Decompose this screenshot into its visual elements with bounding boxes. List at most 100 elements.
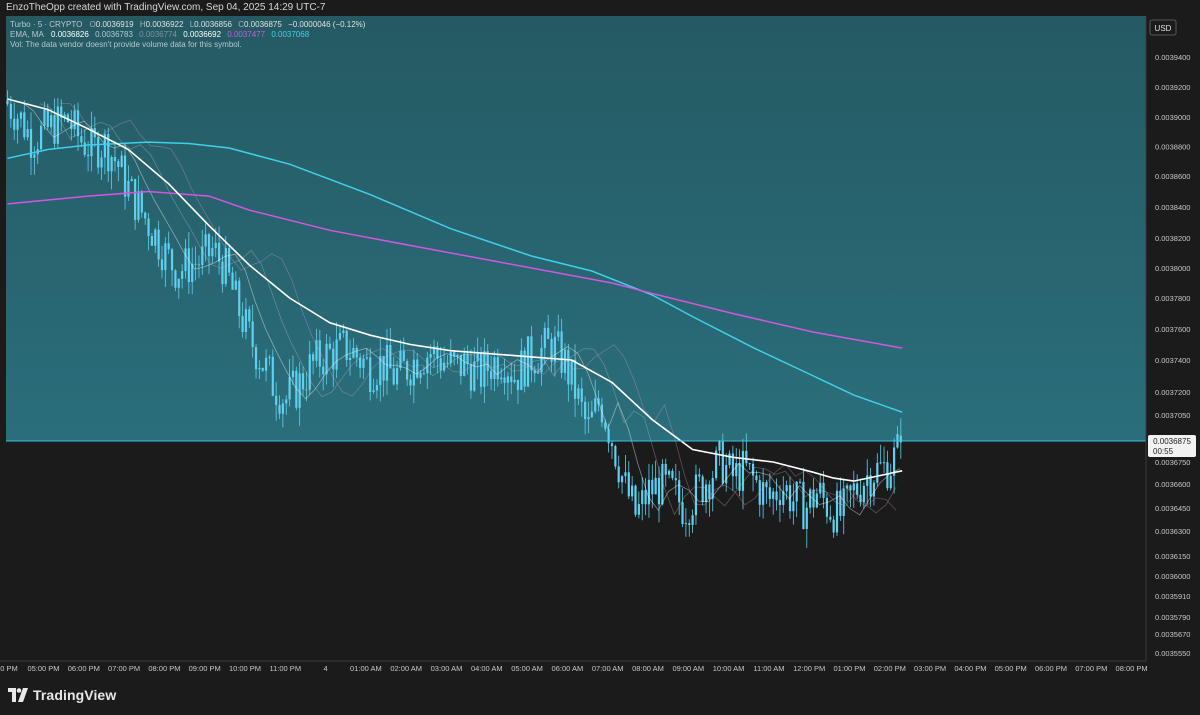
candle-body bbox=[56, 106, 59, 144]
candle-body bbox=[244, 309, 248, 332]
candle-body bbox=[748, 463, 751, 465]
x-tick-label: 01:00 AM bbox=[350, 664, 382, 673]
candle-body bbox=[419, 373, 422, 378]
candle-body bbox=[140, 191, 143, 213]
candle-body bbox=[120, 155, 123, 168]
candle bbox=[701, 474, 704, 506]
y-tick-label: 0.0037800 bbox=[1155, 294, 1190, 303]
candle-body bbox=[170, 249, 174, 271]
last-price-value: 0.0036875 bbox=[1153, 437, 1191, 446]
candle-body bbox=[654, 477, 657, 495]
candle-body bbox=[718, 441, 721, 451]
y-tick-label: 0.0038000 bbox=[1155, 264, 1190, 273]
candle-body bbox=[147, 218, 150, 237]
price-chart[interactable]: USD 0.0039400 0.0039200 0.0039000 0.0038800… bbox=[0, 16, 1200, 678]
candle-body bbox=[852, 483, 855, 491]
candle-body bbox=[641, 490, 644, 505]
candle-body bbox=[567, 349, 570, 385]
candle-body bbox=[335, 339, 338, 370]
x-tick-label: 04:00 PM bbox=[954, 664, 986, 673]
candle-body bbox=[872, 482, 876, 497]
legend-vol-row: Vol: The data vendor doesn't provide vol… bbox=[10, 40, 365, 50]
candle-body bbox=[288, 377, 291, 400]
candle-body bbox=[647, 479, 651, 505]
legend-vol[interactable]: Vol: The data vendor doesn't provide vol… bbox=[10, 40, 242, 49]
candle-body bbox=[688, 523, 691, 525]
candle-body bbox=[469, 364, 473, 391]
candle-body bbox=[745, 450, 748, 464]
x-tick-label: 06:00 AM bbox=[552, 664, 584, 673]
x-tick-label: 04:00 AM bbox=[471, 664, 503, 673]
candle-body bbox=[862, 485, 865, 503]
y-tick-label: 0.0038800 bbox=[1155, 143, 1190, 152]
y-tick-label: 0.0038400 bbox=[1155, 203, 1190, 212]
candle-body bbox=[211, 248, 214, 257]
candle-body bbox=[204, 234, 207, 247]
candle-body bbox=[117, 161, 120, 168]
candle-body bbox=[305, 389, 308, 391]
candle-body bbox=[530, 336, 533, 371]
legend-symbol[interactable]: Turbo · 5 · CRYPTO bbox=[10, 20, 82, 29]
legend-ema-value-4: 0.0036692 bbox=[183, 30, 222, 39]
candle-body bbox=[375, 385, 379, 391]
candle-body bbox=[53, 115, 56, 144]
candle-body bbox=[278, 404, 281, 414]
legend-change: −0.0000046 (−0.12%) bbox=[288, 20, 366, 29]
candle-body bbox=[238, 280, 241, 317]
tradingview-brand[interactable]: TradingView bbox=[8, 687, 116, 703]
candle-body bbox=[490, 370, 493, 380]
y-tick-label: 0.0036450 bbox=[1155, 504, 1190, 513]
time-axis[interactable]: 0 PM 05:00 PM 06:00 PM 07:00 PM 08:00 PM 09:0… bbox=[0, 660, 1148, 678]
y-tick-label: 0.0036600 bbox=[1155, 480, 1190, 489]
candle-body bbox=[97, 137, 100, 168]
x-tick-label: 10:00 PM bbox=[229, 664, 261, 673]
candle-body bbox=[590, 411, 593, 418]
legend-open: 0.0036919 bbox=[95, 20, 134, 29]
candle-body bbox=[500, 377, 503, 380]
candle-body bbox=[19, 112, 23, 119]
x-tick-label: 08:00 AM bbox=[632, 664, 664, 673]
candle-body bbox=[264, 357, 268, 371]
legend-high: 0.0036922 bbox=[145, 20, 184, 29]
candle-body bbox=[254, 347, 258, 370]
candle-body bbox=[792, 501, 795, 512]
candle-body bbox=[701, 476, 704, 503]
candle bbox=[97, 131, 100, 174]
candle-body bbox=[778, 500, 782, 506]
candle-body bbox=[184, 248, 187, 272]
candle-body bbox=[671, 470, 674, 479]
candle-body bbox=[772, 491, 775, 499]
x-tick-label: 11:00 AM bbox=[753, 664, 784, 673]
candle-body bbox=[446, 362, 449, 364]
candle-body bbox=[271, 356, 274, 396]
candle-body bbox=[409, 379, 412, 386]
candle-body bbox=[664, 463, 667, 475]
candle-body bbox=[674, 478, 677, 481]
candle-body bbox=[422, 373, 426, 375]
candle-body bbox=[221, 261, 224, 285]
candle-body bbox=[815, 493, 818, 508]
candle-body bbox=[570, 359, 573, 385]
candle-body bbox=[879, 462, 882, 464]
candle-body bbox=[123, 155, 127, 197]
candle-body bbox=[610, 443, 614, 447]
candle-body bbox=[644, 490, 647, 505]
last-price-label: 0.0036875 00:55 bbox=[1148, 435, 1196, 457]
candle-body bbox=[849, 485, 852, 491]
header-bar: EnzoTheOpp created with TradingView.com,… bbox=[0, 0, 1200, 16]
candle-body bbox=[694, 474, 698, 516]
legend-low: 0.0036856 bbox=[194, 20, 232, 29]
y-tick-label: 0.0035670 bbox=[1155, 630, 1190, 639]
y-tick-label: 0.0038200 bbox=[1155, 234, 1190, 243]
candle bbox=[614, 444, 617, 470]
candle-body bbox=[466, 353, 469, 365]
candle-body bbox=[13, 118, 16, 130]
candle-body bbox=[275, 395, 278, 405]
price-axis[interactable]: USD 0.0039400 0.0039200 0.0039000 0.0038800… bbox=[1145, 16, 1200, 661]
candle-body bbox=[809, 489, 812, 508]
x-tick-label: 06:00 PM bbox=[68, 664, 100, 673]
candle-body bbox=[355, 347, 358, 358]
candle-body bbox=[134, 179, 137, 220]
x-tick-label: 02:00 PM bbox=[874, 664, 906, 673]
legend-ema-label[interactable]: EMA, MA bbox=[10, 30, 44, 39]
